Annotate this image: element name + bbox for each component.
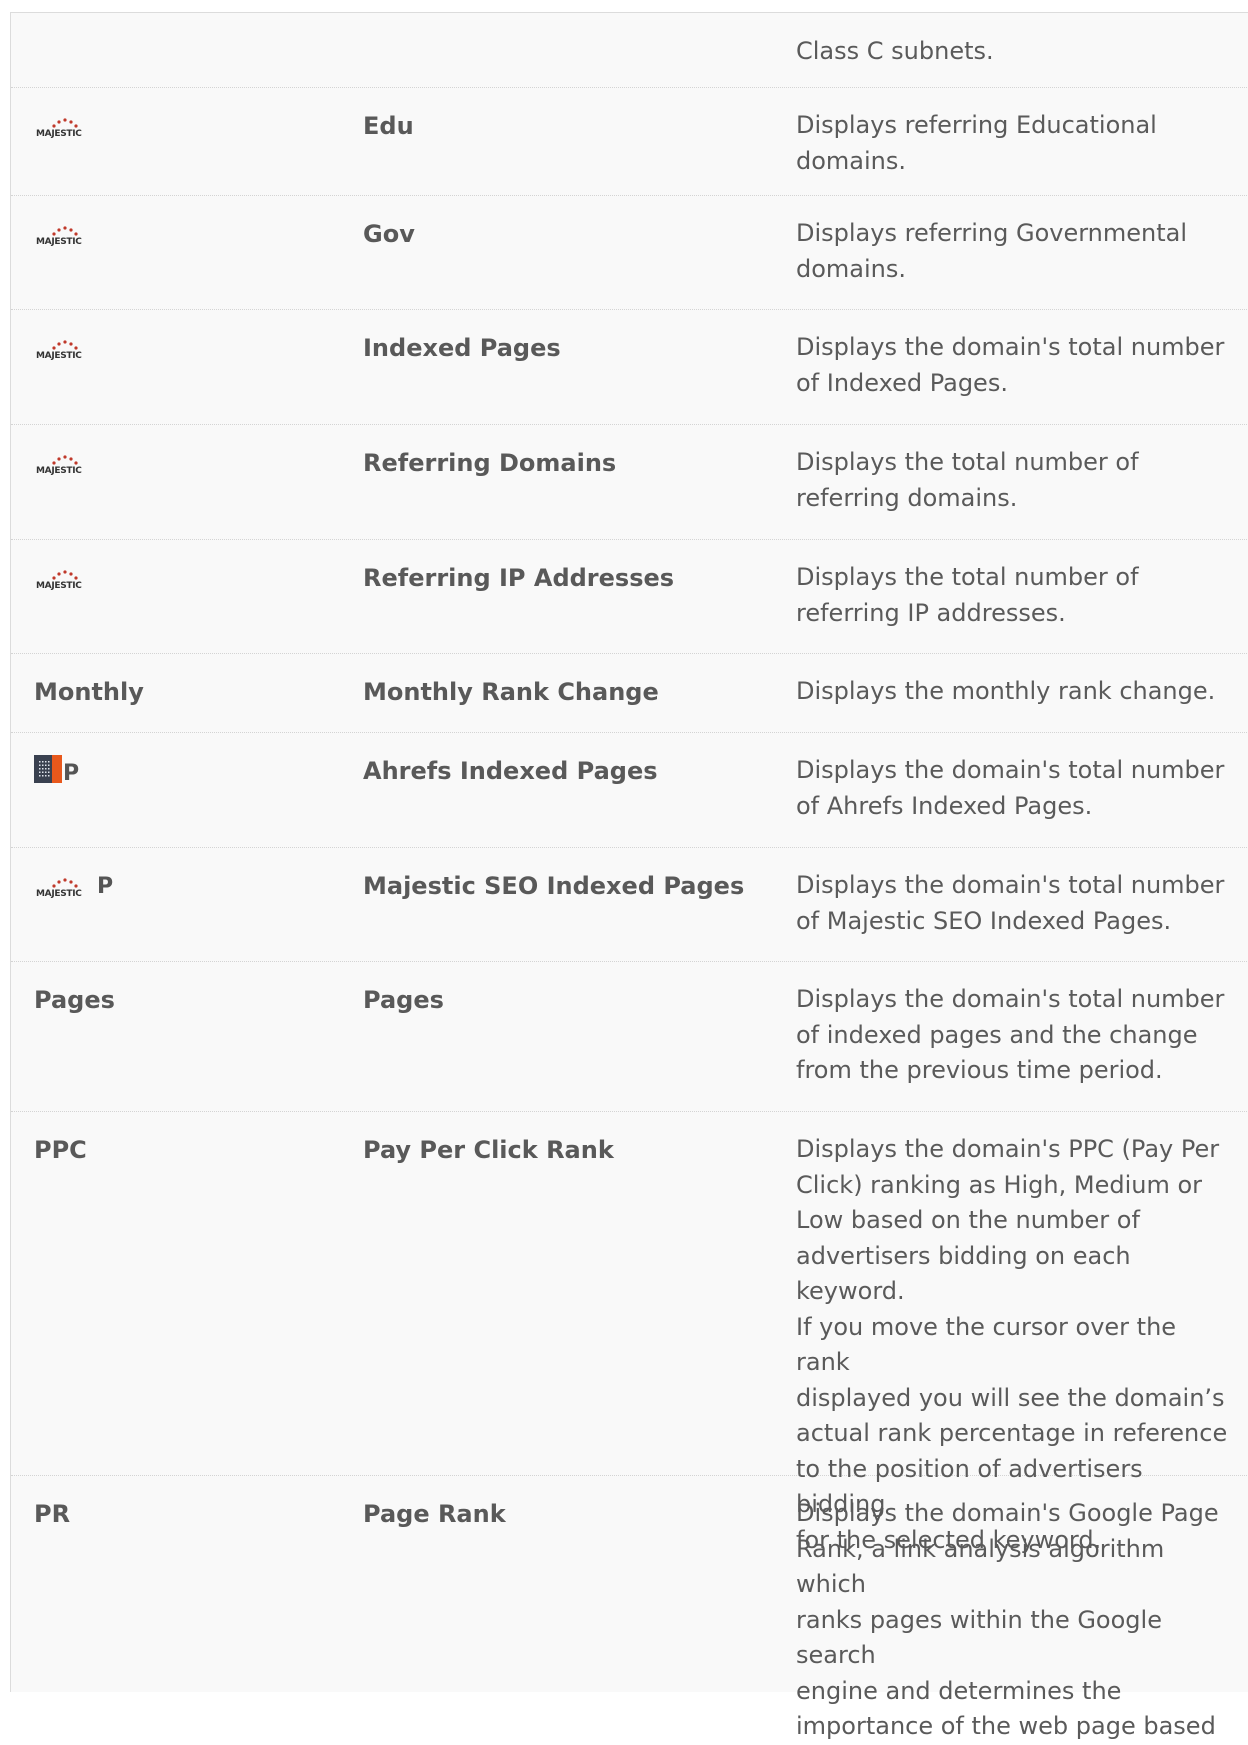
row-description: Class C subnets.: [796, 37, 994, 65]
table-row: MAJESTIC Indexed Pages Displays the doma…: [11, 310, 1248, 425]
row-symbol: MAJESTIC: [34, 196, 96, 246]
table-row: MAJESTIC Referring IP Addresses Displays…: [11, 540, 1248, 654]
table-row: MAJESTIC P Majestic SEO Indexed Pages Di…: [11, 848, 1248, 962]
svg-text:MAJESTIC: MAJESTIC: [36, 581, 82, 590]
row-description: Displays the total number of referring I…: [796, 563, 1139, 627]
svg-text:MAJESTIC: MAJESTIC: [36, 889, 82, 898]
table-row: PPC Pay Per Click Rank Displays the doma…: [11, 1112, 1248, 1554]
row-symbol: Monthly: [34, 678, 144, 706]
table-row: MAJESTIC Edu Displays referring Educatio…: [11, 88, 1248, 196]
table-row: Monthly Monthly Rank Change Displays the…: [11, 654, 1248, 733]
row-description: Displays the monthly rank change.: [796, 677, 1216, 705]
row-name: Referring Domains: [363, 449, 617, 477]
row-symbol: PR: [34, 1500, 71, 1528]
table-row: MAJESTIC Referring Domains Displays the …: [11, 425, 1248, 540]
row-symbol: MAJESTIC: [34, 425, 96, 475]
majestic-logo-icon: MAJESTIC: [34, 453, 96, 475]
table-row: PR Page Rank Displays the domain's Googl…: [11, 1476, 1248, 1740]
row-symbol: PPC: [34, 1136, 87, 1164]
row-name: Indexed Pages: [363, 334, 561, 362]
table-row: Pages Pages Displays the domain's total …: [11, 962, 1248, 1112]
row-name: Referring IP Addresses: [363, 564, 675, 592]
row-symbol: Pages: [34, 986, 115, 1014]
row-description: Displays the domain's total number of Ah…: [796, 756, 1225, 820]
row-name: Ahrefs Indexed Pages: [363, 757, 658, 785]
row-name: Page Rank: [363, 1500, 506, 1528]
row-symbol: MAJESTIC P: [34, 874, 114, 899]
row-description: Displays the domain's total number of Ma…: [796, 871, 1225, 935]
row-name: Edu: [363, 112, 414, 140]
row-name: Monthly Rank Change: [363, 678, 659, 706]
row-symbol: P: [34, 733, 79, 785]
majestic-logo-icon: MAJESTIC: [34, 876, 96, 898]
row-description: Displays the domain's total number of In…: [796, 333, 1225, 397]
majestic-logo-icon: MAJESTIC: [34, 224, 96, 246]
row-description: Displays the total number of referring d…: [796, 448, 1139, 512]
table-row: P Ahrefs Indexed Pages Displays the doma…: [11, 733, 1248, 848]
row-name: Pay Per Click Rank: [363, 1136, 614, 1164]
majestic-logo-icon: MAJESTIC: [34, 116, 96, 138]
majestic-logo-icon: MAJESTIC: [34, 338, 96, 360]
row-name: Majestic SEO Indexed Pages: [363, 872, 745, 900]
row-name: Gov: [363, 220, 415, 248]
symbols-table: Class C subnets. MAJESTIC Edu Displays r…: [11, 13, 1248, 1740]
content-frame: Class C subnets. MAJESTIC Edu Displays r…: [10, 12, 1248, 1740]
row-description: Displays the domain's Google Page Rank, …: [796, 1499, 1219, 1740]
ahrefs-logo-icon: [34, 755, 62, 783]
row-description: Displays referring Educational domains.: [796, 111, 1157, 175]
row-symbol: MAJESTIC: [34, 88, 96, 138]
majestic-logo-icon: MAJESTIC: [34, 568, 96, 590]
svg-text:MAJESTIC: MAJESTIC: [36, 237, 82, 246]
svg-text:MAJESTIC: MAJESTIC: [36, 129, 82, 138]
svg-text:MAJESTIC: MAJESTIC: [36, 466, 82, 475]
table-row: Class C subnets.: [11, 13, 1248, 88]
row-name: Pages: [363, 986, 444, 1014]
svg-text:MAJESTIC: MAJESTIC: [36, 351, 82, 360]
table-row: MAJESTIC Gov Displays referring Governme…: [11, 196, 1248, 310]
row-description: Displays referring Governmental domains.: [796, 219, 1188, 283]
row-description: Displays the domain's total number of in…: [796, 985, 1225, 1084]
row-symbol: MAJESTIC: [34, 540, 96, 590]
row-symbol: MAJESTIC: [34, 310, 96, 360]
